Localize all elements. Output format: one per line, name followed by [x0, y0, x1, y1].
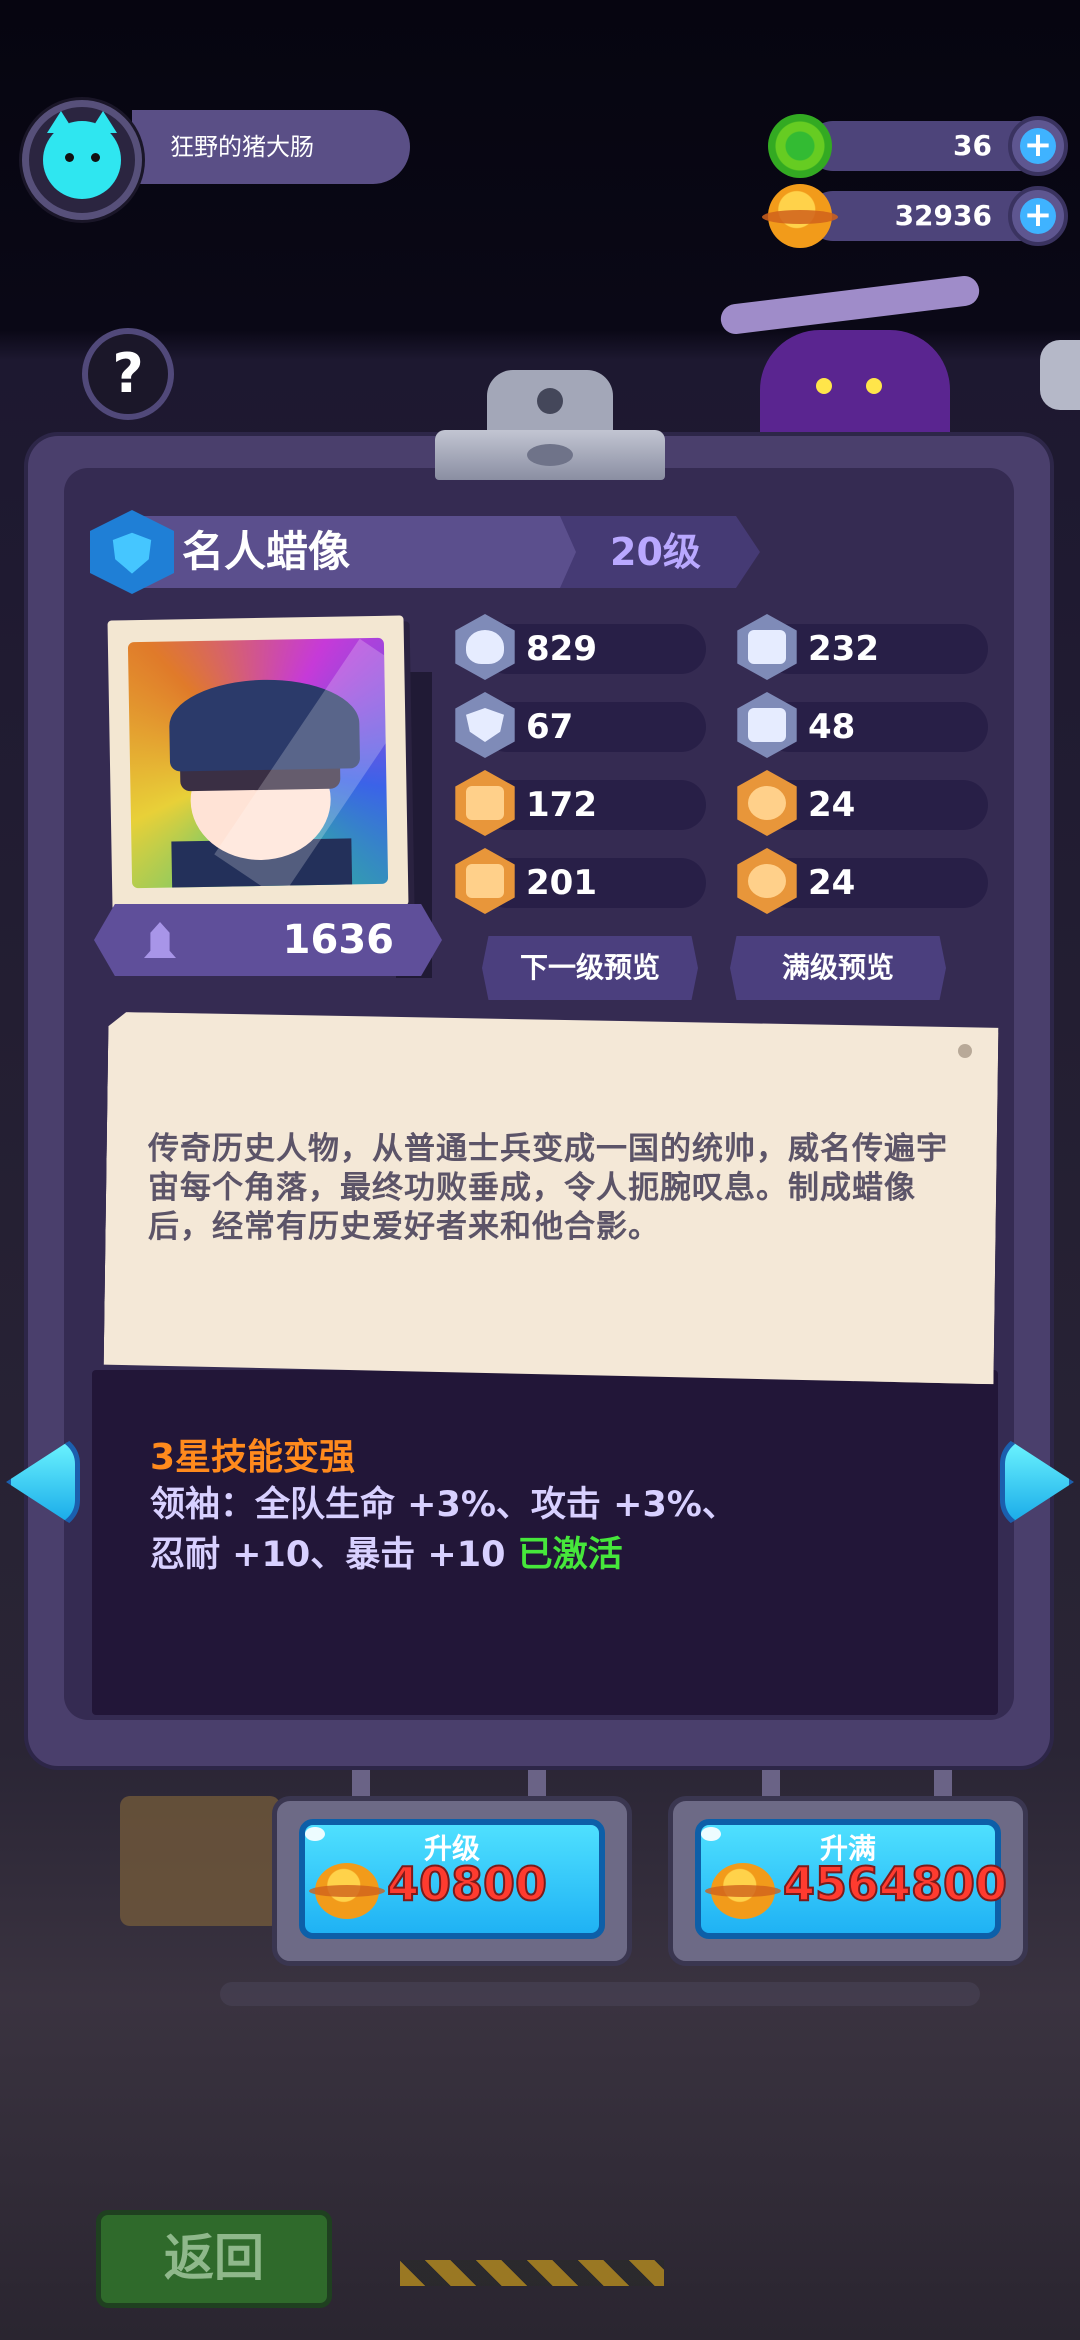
- skill-title: 3星技能变强: [150, 1437, 356, 1478]
- stat-attack: 232: [734, 614, 988, 680]
- game-screen: 狂野的猪大肠 36 + 32936 + ? 名人蜡像 20级 1636 829 …: [0, 0, 1080, 2340]
- card-portrait: [107, 615, 409, 911]
- stat-speed: 172: [452, 770, 706, 836]
- background-card: [120, 1796, 280, 1926]
- cat-avatar-icon: [43, 111, 121, 199]
- card-name: 名人蜡像: [130, 516, 590, 588]
- clipboard-clip: [435, 370, 665, 488]
- gem-currency: 36 +: [768, 114, 1068, 178]
- player-avatar[interactable]: [22, 100, 142, 220]
- plus-icon: +: [1020, 128, 1056, 164]
- player-name: 狂野的猪大肠: [132, 110, 410, 184]
- card-title-banner: 名人蜡像 20级: [90, 510, 760, 594]
- fish-icon: [527, 444, 573, 466]
- add-coins-button[interactable]: +: [1008, 186, 1068, 246]
- purple-monster-decoration: [760, 330, 950, 450]
- power-banner: 1636: [94, 904, 442, 976]
- upgrade-button[interactable]: 升级 40800: [272, 1796, 632, 1966]
- player-profile[interactable]: 狂野的猪大肠: [22, 100, 410, 220]
- stat-defense: 67: [452, 692, 706, 758]
- stat-value: 24: [764, 780, 988, 830]
- stat-value: 67: [482, 702, 706, 752]
- stat-intelligence: 24: [734, 848, 988, 914]
- gold-planet-coin-icon: [309, 1863, 385, 1919]
- next-card-button[interactable]: [994, 1428, 1080, 1538]
- wax-figure-portrait: [127, 637, 389, 889]
- arrow-right-icon: [1000, 1434, 1074, 1530]
- stat-value: 24: [764, 858, 988, 908]
- stat-value: 48: [764, 702, 988, 752]
- arrow-left-icon: [6, 1434, 80, 1530]
- upgrade-cost: 40800: [386, 1856, 548, 1912]
- stat-value: 829: [482, 624, 706, 674]
- add-gems-button[interactable]: +: [1008, 116, 1068, 176]
- stat-strength: 201: [452, 848, 706, 914]
- skill-line-1: 领袖：全队生命 +3%、攻击 +3%、: [150, 1485, 737, 1525]
- hazard-stripe: [400, 2260, 664, 2286]
- next-level-preview-button[interactable]: 下一级预览: [482, 936, 698, 1000]
- rocket-icon: [144, 922, 176, 958]
- stat-health: 829: [452, 614, 706, 680]
- skill-status: 已激活: [517, 1535, 623, 1575]
- previous-card-button[interactable]: [0, 1428, 86, 1538]
- plus-icon: +: [1020, 198, 1056, 234]
- skill-line-2: 忍耐 +10、暴击 +10: [150, 1535, 518, 1575]
- stat-value: 201: [482, 858, 706, 908]
- stat-value: 172: [482, 780, 706, 830]
- stat-value: 232: [764, 624, 988, 674]
- upgrade-max-cost: 4564800: [782, 1856, 1008, 1912]
- stat-endurance: 48: [734, 692, 988, 758]
- stat-charm: 24: [734, 770, 988, 836]
- gold-planet-coin-icon: [705, 1863, 781, 1919]
- side-clip-icon: [1040, 340, 1080, 410]
- upgrade-max-button[interactable]: 升满 4564800: [668, 1796, 1028, 1966]
- green-donut-gem-icon: [768, 114, 832, 178]
- back-button[interactable]: 返回: [96, 2210, 332, 2308]
- card-level: 20级: [560, 516, 760, 588]
- card-description: 传奇历史人物，从普通士兵变成一国的统帅，威名传遍宇宙每个角落，最终功败垂成，令人…: [148, 1131, 948, 1245]
- coin-currency: 32936 +: [762, 184, 1068, 248]
- skill-description: 领袖：全队生命 +3%、攻击 +3%、 忍耐 +10、暴击 +10 已激活: [150, 1480, 850, 1580]
- power-value: 1636: [282, 917, 394, 963]
- help-button[interactable]: ?: [82, 328, 174, 420]
- gold-planet-coin-icon: [762, 184, 838, 248]
- max-level-preview-button[interactable]: 满级预览: [730, 936, 946, 1000]
- pencil-decoration: [719, 274, 981, 336]
